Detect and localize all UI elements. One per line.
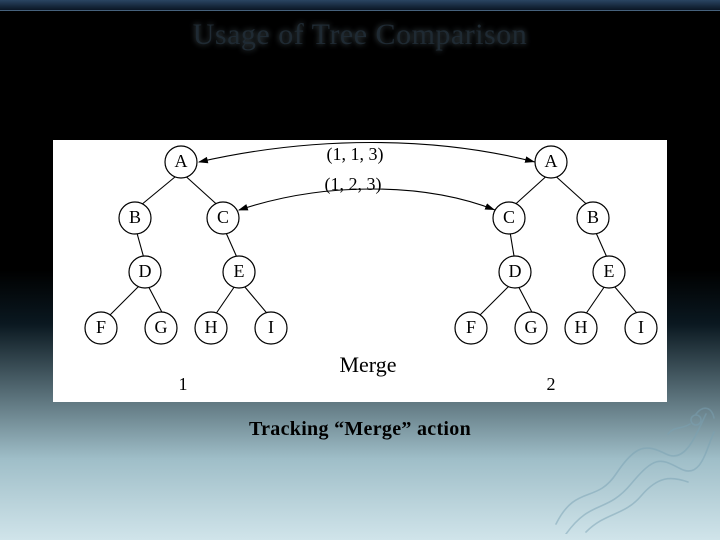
node-label: F xyxy=(466,317,476,337)
node-right-E: E xyxy=(593,256,625,288)
dragon-ornament-icon xyxy=(546,384,716,534)
node-right-G: G xyxy=(515,312,547,344)
node-label: C xyxy=(503,207,515,227)
node-label: A xyxy=(175,151,188,171)
annotation-top: (1, 1, 3) xyxy=(327,144,384,165)
annotation-bottom: (1, 2, 3) xyxy=(325,174,382,195)
node-left-B: B xyxy=(119,202,151,234)
left-tree-number: 1 xyxy=(179,374,188,394)
node-label: C xyxy=(217,207,229,227)
node-left-I: I xyxy=(255,312,287,344)
node-label: G xyxy=(525,317,538,337)
node-label: G xyxy=(155,317,168,337)
node-label: B xyxy=(587,207,599,227)
node-label: D xyxy=(509,261,522,281)
node-right-C: C xyxy=(493,202,525,234)
node-label: I xyxy=(638,317,644,337)
node-label: A xyxy=(545,151,558,171)
node-right-A: A xyxy=(535,146,567,178)
slide: Usage of Tree Comparison .edge { stroke:… xyxy=(0,0,720,540)
node-right-B: B xyxy=(577,202,609,234)
node-left-C: C xyxy=(207,202,239,234)
node-left-D: D xyxy=(129,256,161,288)
diagram-label: Merge xyxy=(339,352,396,377)
node-label: B xyxy=(129,207,141,227)
node-label: E xyxy=(604,261,615,281)
node-right-I: I xyxy=(625,312,657,344)
node-right-H: H xyxy=(565,312,597,344)
top-bar xyxy=(0,0,720,11)
node-right-D: D xyxy=(499,256,531,288)
right-tree-number: 2 xyxy=(547,374,556,394)
node-left-H: H xyxy=(195,312,227,344)
caption: Tracking “Merge” action xyxy=(0,418,720,441)
node-label: E xyxy=(234,261,245,281)
node-label: H xyxy=(575,317,588,337)
tree-diagram-svg: .edge { stroke:#000; stroke-width:1.1; f… xyxy=(53,140,667,402)
node-label: D xyxy=(139,261,152,281)
slide-title: Usage of Tree Comparison xyxy=(0,18,720,52)
node-label: H xyxy=(205,317,218,337)
mapping-arcs: (1, 1, 3) (1, 2, 3) xyxy=(199,143,535,211)
node-left-A: A xyxy=(165,146,197,178)
node-left-E: E xyxy=(223,256,255,288)
node-label: I xyxy=(268,317,274,337)
node-left-G: G xyxy=(145,312,177,344)
tree-left: A B C D E xyxy=(85,146,287,344)
node-label: F xyxy=(96,317,106,337)
tree-right: A C B D E xyxy=(455,146,657,344)
node-left-F: F xyxy=(85,312,117,344)
tree-comparison-figure: .edge { stroke:#000; stroke-width:1.1; f… xyxy=(53,140,667,402)
node-right-F: F xyxy=(455,312,487,344)
